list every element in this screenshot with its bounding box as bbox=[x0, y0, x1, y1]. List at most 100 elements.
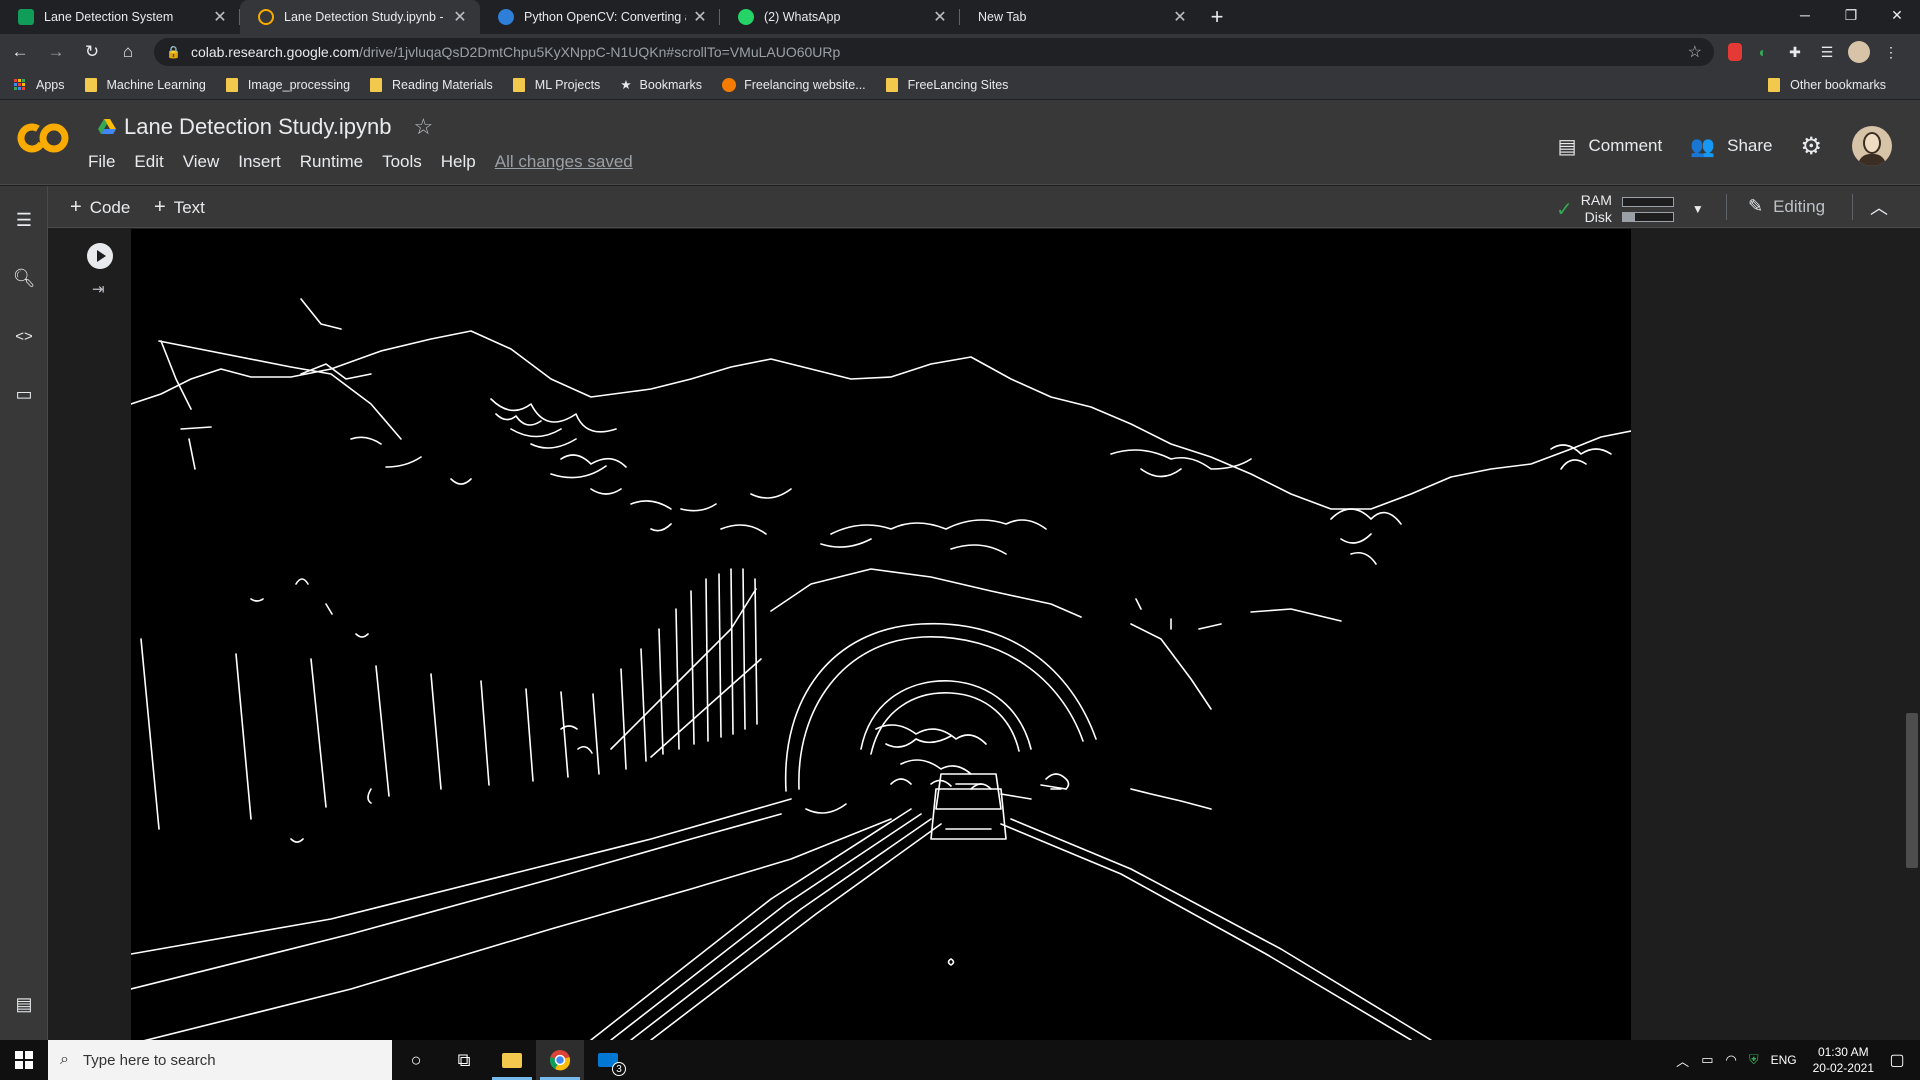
comment-button[interactable]: ▤ Comment bbox=[1558, 134, 1663, 159]
left-sidebar: ☰ 🔍︎ <> ▭ ▤ bbox=[0, 186, 48, 1040]
bookmark-star-icon[interactable]: ☆ bbox=[1688, 42, 1702, 62]
close-window-icon[interactable]: ✕ bbox=[1874, 0, 1920, 30]
resource-monitor[interactable]: ✓ RAM Disk ▼ bbox=[1556, 192, 1704, 226]
bookmark-apps[interactable]: Apps bbox=[14, 78, 65, 92]
cortana-icon[interactable]: ○ bbox=[392, 1040, 440, 1080]
menu-insert[interactable]: Insert bbox=[238, 152, 281, 172]
output-actions-icon[interactable]: ⇥ bbox=[92, 280, 110, 298]
home-icon[interactable]: ⌂ bbox=[112, 36, 144, 68]
menu-file[interactable]: File bbox=[88, 152, 115, 172]
tab-colab-notebook[interactable]: Lane Detection Study.ipynb - Col ✕ bbox=[240, 0, 480, 34]
file-explorer-icon[interactable] bbox=[488, 1040, 536, 1080]
code-snippets-icon[interactable]: <> bbox=[12, 324, 36, 348]
tab-whatsapp[interactable]: (2) WhatsApp ✕ bbox=[720, 0, 960, 34]
address-bar[interactable]: 🔒 colab.research.google.com/drive/1jvluq… bbox=[154, 38, 1714, 66]
folder-files-icon[interactable]: ▭ bbox=[12, 382, 36, 406]
language-indicator[interactable]: ENG bbox=[1771, 1053, 1797, 1067]
reload-icon[interactable]: ↻ bbox=[76, 36, 108, 68]
menu-tools[interactable]: Tools bbox=[382, 152, 422, 172]
close-tab-icon[interactable]: ✕ bbox=[692, 7, 708, 27]
disk-usage-bar bbox=[1621, 211, 1674, 222]
share-button[interactable]: 👥 Share bbox=[1690, 134, 1772, 159]
colab-header: Lane Detection Study.ipynb ☆ File Edit V… bbox=[0, 100, 1920, 185]
folder-icon bbox=[225, 77, 238, 92]
wifi-icon[interactable]: ◠ bbox=[1725, 1052, 1736, 1068]
menu-runtime[interactable]: Runtime bbox=[300, 152, 363, 172]
minimize-icon[interactable]: ─ bbox=[1782, 0, 1828, 30]
close-tab-icon[interactable]: ✕ bbox=[932, 7, 948, 27]
new-tab-button[interactable]: + bbox=[1200, 0, 1234, 34]
add-code-button[interactable]: + Code bbox=[70, 196, 130, 219]
editing-mode-button[interactable]: ✎ Editing bbox=[1748, 196, 1825, 217]
bookmark-image-processing[interactable]: Image_processing bbox=[225, 77, 350, 92]
dropdown-arrow-icon[interactable]: ▼ bbox=[1692, 202, 1704, 216]
notebook-title[interactable]: Lane Detection Study.ipynb bbox=[124, 114, 391, 140]
chrome-taskbar-icon[interactable] bbox=[536, 1040, 584, 1080]
menu-edit[interactable]: Edit bbox=[134, 152, 163, 172]
tab-lane-detection-system[interactable]: Lane Detection System ✕ bbox=[0, 0, 240, 34]
bookmark-freelancing-sites[interactable]: FreeLancing Sites bbox=[885, 77, 1008, 92]
colab-logo[interactable] bbox=[16, 118, 72, 158]
windows-taskbar: ⌕ Type here to search ○ ⧉ 3 ︿ ▭ ◠ ⛨ ENG … bbox=[0, 1040, 1920, 1080]
notebook-scrollbar-thumb[interactable] bbox=[1906, 713, 1918, 868]
tab-python-opencv[interactable]: Python OpenCV: Converting an i ✕ bbox=[480, 0, 720, 34]
plus-icon: + bbox=[154, 196, 166, 218]
table-of-contents-icon[interactable]: ☰ bbox=[12, 208, 36, 232]
security-shield-icon[interactable]: ⛨ bbox=[1749, 1052, 1759, 1068]
system-tray: ︿ ▭ ◠ ⛨ ENG 01:30 AM 20-02-2021 ▢ bbox=[1664, 1040, 1920, 1080]
colab-icon bbox=[258, 9, 274, 25]
apps-grid-icon bbox=[14, 78, 26, 91]
task-view-icon[interactable]: ⧉ bbox=[440, 1040, 488, 1080]
adblock-extension-icon[interactable] bbox=[1728, 43, 1742, 61]
windows-start-button[interactable] bbox=[0, 1040, 48, 1080]
chrome-logo-icon bbox=[549, 1050, 571, 1071]
bookmark-reading-materials[interactable]: Reading Materials bbox=[370, 77, 493, 92]
mail-icon[interactable]: 3 bbox=[584, 1040, 632, 1080]
taskbar-search-box[interactable]: ⌕ Type here to search bbox=[48, 1040, 392, 1080]
bookmark-bookmarks[interactable]: ★ Bookmarks bbox=[620, 77, 702, 93]
bookmark-ml-projects[interactable]: ML Projects bbox=[512, 77, 600, 92]
collapse-header-icon[interactable]: ︿ bbox=[1870, 194, 1888, 220]
gear-icon: ⚙ bbox=[1800, 132, 1822, 160]
show-hidden-icons-icon[interactable]: ︿ bbox=[1676, 1051, 1689, 1070]
search-icon[interactable]: 🔍︎ bbox=[12, 266, 36, 290]
window-controls: ─ ❐ ✕ bbox=[1782, 0, 1920, 30]
terminal-icon[interactable]: ▤ bbox=[12, 992, 36, 1016]
extension-icon[interactable]: ◐ bbox=[1752, 41, 1774, 63]
menu-help[interactable]: Help bbox=[441, 152, 476, 172]
back-icon[interactable]: ← bbox=[4, 36, 36, 68]
close-tab-icon[interactable]: ✕ bbox=[212, 7, 228, 27]
puzzle-extensions-icon[interactable]: ✚ bbox=[1784, 41, 1806, 63]
close-tab-icon[interactable]: ✕ bbox=[452, 7, 468, 27]
restore-icon[interactable]: ❐ bbox=[1828, 0, 1874, 30]
close-tab-icon[interactable]: ✕ bbox=[1172, 7, 1188, 27]
folder-icon bbox=[370, 77, 383, 92]
notification-center-icon[interactable]: ▢ bbox=[1874, 1040, 1920, 1080]
bookmark-machine-learning[interactable]: Machine Learning bbox=[84, 77, 206, 92]
menu-view[interactable]: View bbox=[183, 152, 220, 172]
plus-icon: + bbox=[70, 196, 82, 218]
notebook-scrollbar[interactable] bbox=[1904, 229, 1920, 1040]
user-avatar[interactable] bbox=[1852, 126, 1892, 166]
save-status-link[interactable]: All changes saved bbox=[495, 152, 633, 172]
bookmark-freelancing-website[interactable]: Freelancing website... bbox=[722, 77, 866, 92]
edge-detection-output-image bbox=[131, 298, 1631, 1040]
lock-icon[interactable]: 🔒 bbox=[166, 45, 181, 59]
clock[interactable]: 01:30 AM 20-02-2021 bbox=[1813, 1044, 1874, 1076]
tutorialspoint-icon bbox=[498, 9, 514, 25]
star-notebook-icon[interactable]: ☆ bbox=[413, 114, 433, 140]
bookmark-other[interactable]: Other bookmarks bbox=[1768, 78, 1886, 92]
google-drive-icon[interactable] bbox=[98, 119, 116, 135]
folder-icon bbox=[1768, 78, 1781, 92]
battery-icon[interactable]: ▭ bbox=[1701, 1052, 1713, 1068]
forward-icon[interactable]: → bbox=[40, 36, 72, 68]
run-cell-button[interactable] bbox=[87, 243, 113, 269]
chrome-menu-icon[interactable]: ⋮ bbox=[1880, 41, 1902, 63]
profile-avatar-icon[interactable] bbox=[1848, 41, 1870, 63]
browser-tab-strip: Lane Detection System ✕ Lane Detection S… bbox=[0, 0, 1920, 34]
add-text-button[interactable]: + Text bbox=[154, 196, 205, 219]
reading-list-icon[interactable]: ☰ bbox=[1816, 41, 1838, 63]
tab-new-tab[interactable]: New Tab ✕ bbox=[960, 0, 1200, 34]
settings-button[interactable]: ⚙ bbox=[1800, 132, 1822, 161]
folder-icon bbox=[885, 77, 898, 92]
